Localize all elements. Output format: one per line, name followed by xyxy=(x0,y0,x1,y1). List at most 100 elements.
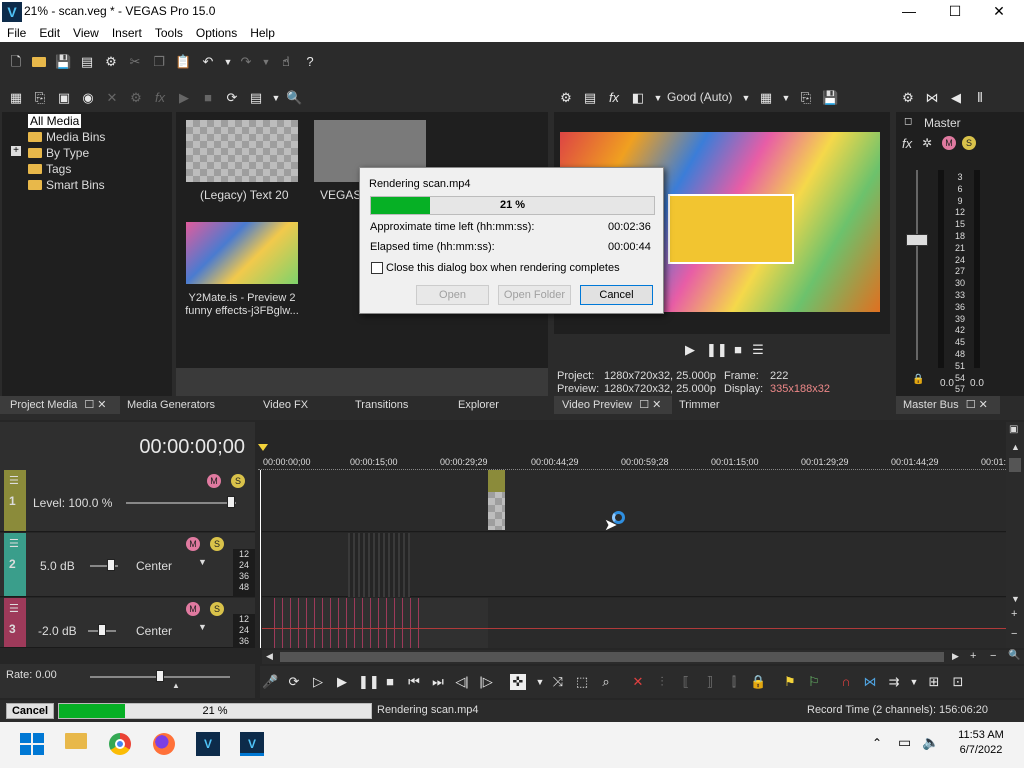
track-header-video[interactable]: ☰ 1 M S Level: 100.0 % xyxy=(0,470,255,532)
menu-help[interactable]: Help xyxy=(243,24,281,40)
menu-edit[interactable]: Edit xyxy=(32,24,66,40)
track-volume-knob[interactable] xyxy=(98,624,106,636)
selection-tool-icon[interactable]: ⬚ xyxy=(574,674,590,690)
menu-insert[interactable]: Insert xyxy=(105,24,148,40)
dim-output-icon[interactable]: ◀ xyxy=(948,90,964,106)
remove-unused-icon[interactable]: ◉ xyxy=(80,90,96,106)
preview-menu-icon[interactable]: ☰ xyxy=(750,342,766,358)
lock-envelopes-icon[interactable]: ⊞ xyxy=(926,674,942,690)
properties-gear-icon[interactable]: ⚙ xyxy=(103,54,119,70)
tab-trimmer[interactable]: Trimmer xyxy=(679,396,720,414)
tree-item-smart-bins[interactable]: Smart Bins xyxy=(28,178,105,192)
timeline-menu-icon[interactable]: ▣ xyxy=(1009,424,1018,435)
tab-video-fx[interactable]: Video FX xyxy=(263,396,308,414)
normal-edit-tool-icon[interactable]: ✜ xyxy=(510,674,526,690)
track-mute-icon[interactable]: M xyxy=(186,537,200,551)
search-icon[interactable]: 🔍 xyxy=(286,90,302,106)
open-button[interactable]: Open xyxy=(416,285,489,305)
close-tab-icon[interactable]: ✕ xyxy=(652,399,661,411)
undock-icon[interactable]: ☐ xyxy=(966,399,976,411)
maximize-button[interactable]: ☐ xyxy=(932,0,978,24)
status-cancel-button[interactable]: Cancel xyxy=(6,703,54,719)
views-icon[interactable]: ▤ xyxy=(248,90,264,106)
file-explorer-icon[interactable] xyxy=(64,732,88,756)
open-folder-button[interactable]: Open Folder xyxy=(498,285,571,305)
solo-icon[interactable]: S xyxy=(962,136,976,150)
volume-icon[interactable]: 🔈 xyxy=(922,734,939,751)
split-screen-icon[interactable]: ◧ xyxy=(630,90,646,106)
rate-knob[interactable] xyxy=(156,670,164,682)
ignore-grouping-icon[interactable]: ⊡ xyxy=(950,674,966,690)
pan-dropdown-icon[interactable]: ▼ xyxy=(198,622,207,632)
vertical-scrollbar[interactable]: ▣ ▲ ▼ + − xyxy=(1006,422,1024,648)
firefox-icon[interactable] xyxy=(152,732,176,756)
scroll-left-icon[interactable]: ◀ xyxy=(266,651,273,662)
go-to-start-icon[interactable]: ⏮ xyxy=(406,674,422,690)
menu-tools[interactable]: Tools xyxy=(148,24,189,40)
zoom-edit-tool-icon[interactable]: ⌕ xyxy=(598,674,614,690)
mute-icon[interactable]: M xyxy=(942,136,956,150)
mixer-icon[interactable]: ⫴ xyxy=(972,90,988,106)
close-on-complete-checkbox[interactable] xyxy=(371,262,383,274)
transport-play-icon[interactable]: ▶ xyxy=(334,674,350,690)
downmix-icon[interactable]: ⋈ xyxy=(924,90,940,106)
snapping-magnet-icon[interactable]: ∩ xyxy=(838,674,854,690)
volume-envelope-line[interactable] xyxy=(262,628,1006,629)
undo-icon[interactable]: ↶ xyxy=(200,54,216,70)
start-windows-icon[interactable] xyxy=(20,733,44,755)
copy-snapshot-icon[interactable]: ⎘ xyxy=(798,90,814,106)
loop-playback-icon[interactable]: ⟳ xyxy=(286,674,302,690)
save-icon[interactable]: 💾 xyxy=(55,54,71,70)
track-level-slider[interactable] xyxy=(126,502,236,504)
master-properties-icon[interactable]: ⚙ xyxy=(900,90,916,106)
trim-end-icon[interactable]: ⟧ xyxy=(702,674,718,690)
insert-region-icon[interactable]: ⚐ xyxy=(806,674,822,690)
auto-preview-icon[interactable]: ⟳ xyxy=(224,90,240,106)
master-toggle-icon[interactable]: ◻ xyxy=(904,116,912,127)
track-mute-icon[interactable]: M xyxy=(207,474,221,488)
help-icon[interactable]: ? xyxy=(302,54,318,70)
cancel-button[interactable]: Cancel xyxy=(580,285,653,305)
split-icon[interactable]: ⫿ xyxy=(726,674,742,690)
delete-icon[interactable]: ✕ xyxy=(104,90,120,106)
zoom-out-horizontal-icon[interactable]: − xyxy=(990,650,996,662)
master-automation-icon[interactable]: ✲ xyxy=(922,136,932,150)
tab-transitions[interactable]: Transitions xyxy=(355,396,408,414)
edit-tool-dropdown-icon[interactable]: ▼ xyxy=(532,674,548,690)
vegas-active-taskbar-icon[interactable]: V xyxy=(240,732,264,756)
track-solo-icon[interactable]: S xyxy=(231,474,245,488)
undo-dropdown-icon[interactable]: ▼ xyxy=(220,54,236,70)
show-hidden-icons-icon[interactable]: ⌃ xyxy=(872,736,882,750)
close-tab-icon[interactable]: ✕ xyxy=(97,399,106,411)
track-solo-icon[interactable]: S xyxy=(210,537,224,551)
trim-start-icon[interactable]: ⟦ xyxy=(678,674,694,690)
track-level-knob[interactable] xyxy=(227,496,235,508)
scroll-down-icon[interactable]: ▼ xyxy=(1011,594,1020,604)
zoom-in-vertical-icon[interactable]: + xyxy=(1011,608,1017,620)
media-fx-icon[interactable]: ⚙ xyxy=(128,90,144,106)
track-solo-icon[interactable]: S xyxy=(210,602,224,616)
device-icon[interactable]: ▤ xyxy=(582,90,598,106)
lock-event-icon[interactable]: 🔒 xyxy=(750,674,766,690)
redo-icon[interactable]: ↷ xyxy=(238,54,254,70)
track-lane-audio-2[interactable] xyxy=(262,598,1006,648)
track-menu-icon[interactable]: ☰ xyxy=(9,537,19,550)
video-fx-icon[interactable]: fx xyxy=(606,90,622,106)
audio-event[interactable] xyxy=(348,533,410,597)
menu-file[interactable]: File xyxy=(0,24,32,40)
split-dropdown-icon[interactable]: ▼ xyxy=(650,90,666,106)
scroll-right-icon[interactable]: ▶ xyxy=(952,651,959,662)
play-from-start-icon[interactable]: ▷ xyxy=(310,674,326,690)
track-volume-knob[interactable] xyxy=(107,559,115,571)
transport-stop-icon[interactable]: ■ xyxy=(382,674,398,690)
preview-stop-icon[interactable]: ■ xyxy=(730,342,746,358)
open-folder-icon[interactable] xyxy=(31,54,47,70)
track-menu-icon[interactable]: ☰ xyxy=(9,474,19,487)
quality-dropdown-icon[interactable]: ▼ xyxy=(738,90,754,106)
expand-icon[interactable]: + xyxy=(11,146,21,156)
copy-icon[interactable]: ❐ xyxy=(151,54,167,70)
capture-video-icon[interactable]: ⎘ xyxy=(32,90,48,106)
minimize-button[interactable]: — xyxy=(886,0,932,24)
render-icon[interactable]: ▤ xyxy=(79,54,95,70)
auto-crossfade-icon[interactable]: ⋈ xyxy=(862,674,878,690)
